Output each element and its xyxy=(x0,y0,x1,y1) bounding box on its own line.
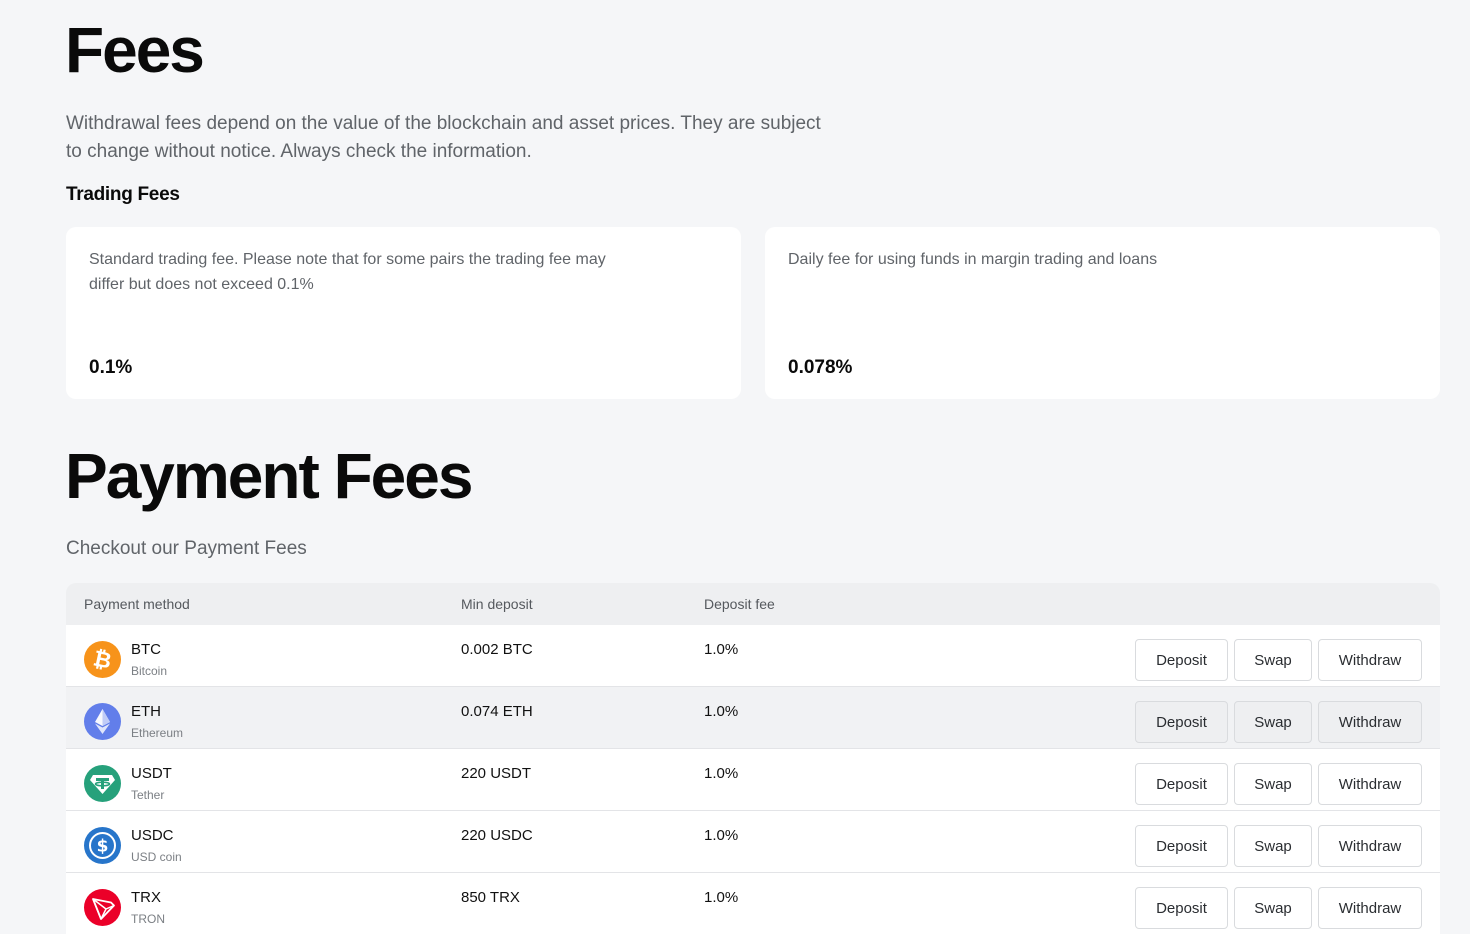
table-row: ₿ BTC Bitcoin 0.002 BTC 1.0% Deposit Swa… xyxy=(66,625,1440,687)
trading-fee-card: Standard trading fee. Please note that f… xyxy=(66,227,741,399)
swap-button[interactable]: Swap xyxy=(1234,701,1312,743)
trading-fee-description: Standard trading fee. Please note that f… xyxy=(89,251,606,293)
swap-button[interactable]: Swap xyxy=(1234,639,1312,681)
deposit-button[interactable]: Deposit xyxy=(1135,887,1228,929)
column-header-payment-method: Payment method xyxy=(84,596,190,612)
table-row: USDT Tether 220 USDT 1.0% Deposit Swap W… xyxy=(66,749,1440,811)
deposit-button[interactable]: Deposit xyxy=(1135,825,1228,867)
deposit-fee: 1.0% xyxy=(704,827,739,844)
swap-button[interactable]: Swap xyxy=(1234,887,1312,929)
deposit-fee: 1.0% xyxy=(704,703,739,720)
svg-text:$: $ xyxy=(97,837,109,857)
min-deposit: 0.002 BTC xyxy=(461,641,533,658)
withdraw-button[interactable]: Withdraw xyxy=(1318,763,1422,805)
deposit-fee: 1.0% xyxy=(704,765,739,782)
column-header-deposit-fee: Deposit fee xyxy=(704,596,775,612)
payment-fees-title: Payment Fees xyxy=(65,440,473,512)
fees-description: Withdrawal fees depend on the value of t… xyxy=(66,113,821,162)
fees-title: Fees xyxy=(65,14,205,86)
coin-symbol: USDT xyxy=(131,765,172,782)
usdc-icon: $ xyxy=(84,827,121,864)
coin-symbol: TRX xyxy=(131,889,161,906)
table-header: Payment method Min deposit Deposit fee xyxy=(66,583,1440,625)
table-row: TRX TRON 850 TRX 1.0% Deposit Swap Withd… xyxy=(66,873,1440,934)
coin-symbol: USDC xyxy=(131,827,174,844)
coin-name: Bitcoin xyxy=(131,664,168,678)
table-row: $ USDC USD coin 220 USDC 1.0% Deposit Sw… xyxy=(66,811,1440,873)
min-deposit: 220 USDC xyxy=(461,827,533,844)
coin-symbol: ETH xyxy=(131,703,161,720)
deposit-fee: 1.0% xyxy=(704,641,739,658)
withdraw-button[interactable]: Withdraw xyxy=(1318,701,1422,743)
min-deposit: 220 USDT xyxy=(461,765,532,782)
min-deposit: 0.074 ETH xyxy=(461,703,533,720)
withdraw-button[interactable]: Withdraw xyxy=(1318,887,1422,929)
margin-fee-card: Daily fee for using funds in margin trad… xyxy=(765,227,1440,399)
coin-name: Ethereum xyxy=(131,726,184,740)
trading-fee-value: 0.1% xyxy=(89,357,133,378)
deposit-button[interactable]: Deposit xyxy=(1135,639,1228,681)
margin-fee-description: Daily fee for using funds in margin trad… xyxy=(788,251,1158,268)
deposit-button[interactable]: Deposit xyxy=(1135,701,1228,743)
column-header-min-deposit: Min deposit xyxy=(461,596,533,612)
table-row: ETH Ethereum 0.074 ETH 1.0% Deposit Swap… xyxy=(66,687,1440,749)
margin-fee-value: 0.078% xyxy=(788,357,853,378)
swap-button[interactable]: Swap xyxy=(1234,825,1312,867)
bitcoin-icon: ₿ xyxy=(84,641,121,678)
trading-fees-title: Trading Fees xyxy=(66,184,180,205)
withdraw-button[interactable]: Withdraw xyxy=(1318,825,1422,867)
coin-name: Tether xyxy=(131,788,165,802)
coin-name: TRON xyxy=(131,912,165,926)
tether-icon xyxy=(84,765,121,802)
coin-name: USD coin xyxy=(131,850,182,864)
deposit-fee: 1.0% xyxy=(704,889,739,906)
withdraw-button[interactable]: Withdraw xyxy=(1318,639,1422,681)
ethereum-icon xyxy=(84,703,121,740)
tron-icon xyxy=(84,889,121,926)
min-deposit: 850 TRX xyxy=(461,889,520,906)
fees-page: Fees Withdrawal fees depend on the value… xyxy=(0,0,1470,934)
payment-fees-subtitle: Checkout our Payment Fees xyxy=(66,538,307,559)
payment-fees-table: Payment method Min deposit Deposit fee ₿… xyxy=(66,583,1440,934)
coin-symbol: BTC xyxy=(131,641,161,658)
deposit-button[interactable]: Deposit xyxy=(1135,763,1228,805)
swap-button[interactable]: Swap xyxy=(1234,763,1312,805)
